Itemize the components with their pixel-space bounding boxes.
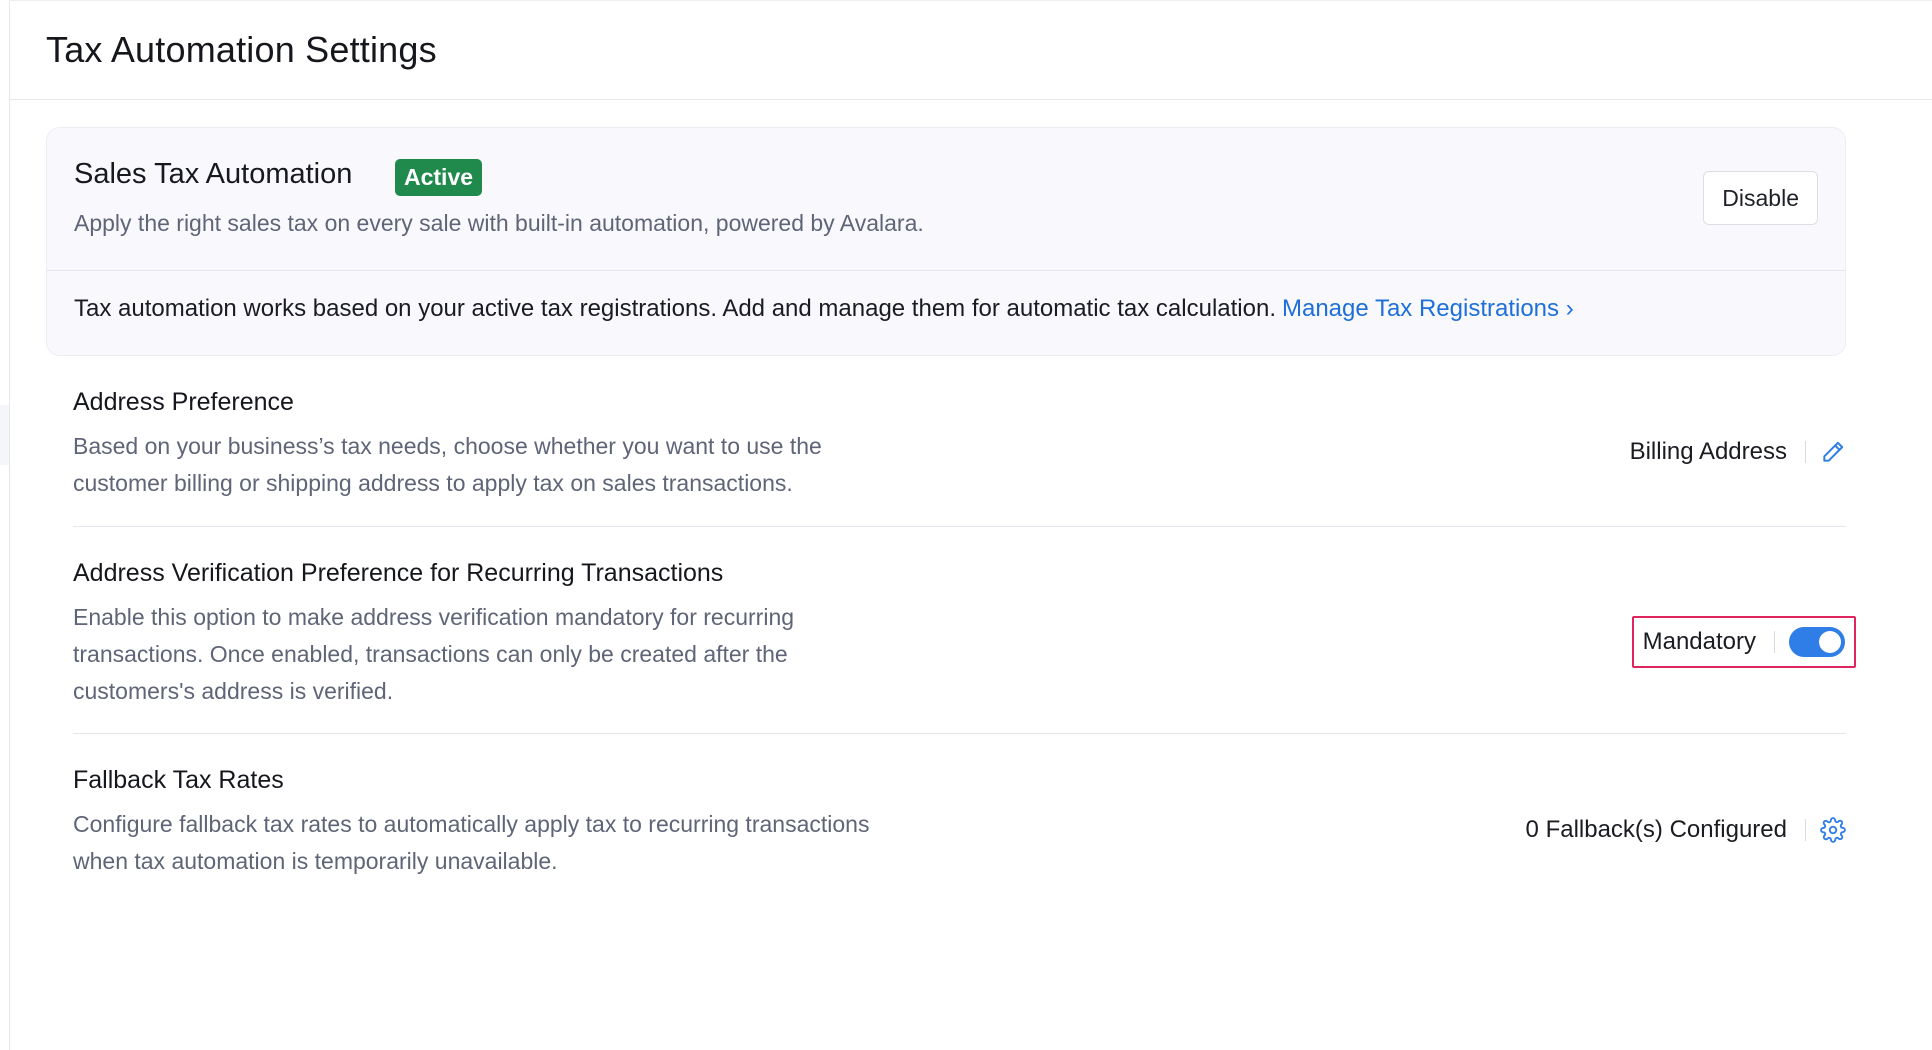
card-note-row: Tax automation works based on your activ… — [47, 271, 1845, 355]
fallback-count: 0 Fallback(s) Configured — [1525, 816, 1787, 843]
separator — [1805, 441, 1806, 463]
disable-button[interactable]: Disable — [1703, 171, 1818, 225]
fallback-tax-rates-control: 0 Fallback(s) Configured — [1526, 810, 1846, 850]
registration-note: Tax automation works based on your activ… — [74, 295, 1574, 323]
mandatory-label: Mandatory — [1642, 628, 1756, 655]
address-verification-description-line: customers's address is verified. — [73, 678, 394, 704]
mandatory-toggle-group: Mandatory — [1631, 616, 1856, 668]
page-header: Tax Automation Settings — [9, 1, 1932, 100]
fallback-tax-rates-title: Fallback Tax Rates — [73, 766, 284, 794]
section-divider — [73, 526, 1846, 527]
address-preference-value: Billing Address — [1629, 438, 1787, 465]
card-summary: Sales Tax Automation Active Apply the ri… — [47, 128, 1845, 271]
pencil-icon[interactable] — [1820, 439, 1846, 465]
left-panel-handle — [0, 405, 9, 465]
status-badge: Active — [395, 159, 483, 196]
registration-note-text: Tax automation works based on your activ… — [74, 295, 1276, 322]
fallback-tax-rates-description: Configure fallback tax rates to automati… — [73, 806, 869, 880]
sales-tax-automation-card: Sales Tax Automation Active Apply the ri… — [46, 127, 1846, 356]
address-verification-description-line: transactions. Once enabled, transactions… — [73, 641, 788, 667]
address-preference-title: Address Preference — [73, 388, 294, 416]
address-verification-description: Enable this option to make address verif… — [73, 599, 794, 710]
fallback-tax-rates-description-line: Configure fallback tax rates to automati… — [73, 811, 870, 837]
card-title: Sales Tax Automation — [74, 158, 353, 190]
fallback-tax-rates-description-line: when tax automation is temporarily unava… — [73, 848, 558, 874]
address-preference-description-line: Based on your business’s tax needs, choo… — [73, 433, 822, 459]
section-divider — [73, 733, 1846, 734]
left-panel-border — [9, 0, 10, 1050]
gear-icon[interactable] — [1820, 817, 1846, 843]
page-title: Tax Automation Settings — [46, 29, 437, 70]
address-verification-section: Address Verification Preference for Recu… — [73, 559, 1856, 719]
separator — [1774, 631, 1775, 653]
address-preference-section: Address Preference Based on your busines… — [73, 388, 1846, 508]
card-description: Apply the right sales tax on every sale … — [74, 210, 924, 236]
address-preference-description-line: customer billing or shipping address to … — [73, 470, 793, 496]
manage-tax-registrations-link[interactable]: Manage Tax Registrations › — [1282, 295, 1574, 322]
address-verification-description-line: Enable this option to make address verif… — [73, 604, 795, 630]
separator — [1805, 819, 1806, 841]
fallback-tax-rates-section: Fallback Tax Rates Configure fallback ta… — [73, 766, 1846, 886]
mandatory-toggle[interactable] — [1789, 627, 1845, 657]
toggle-knob — [1819, 631, 1841, 653]
address-preference-control: Billing Address — [1630, 432, 1846, 472]
address-preference-description: Based on your business’s tax needs, choo… — [73, 428, 822, 502]
address-verification-title: Address Verification Preference for Recu… — [73, 559, 724, 587]
